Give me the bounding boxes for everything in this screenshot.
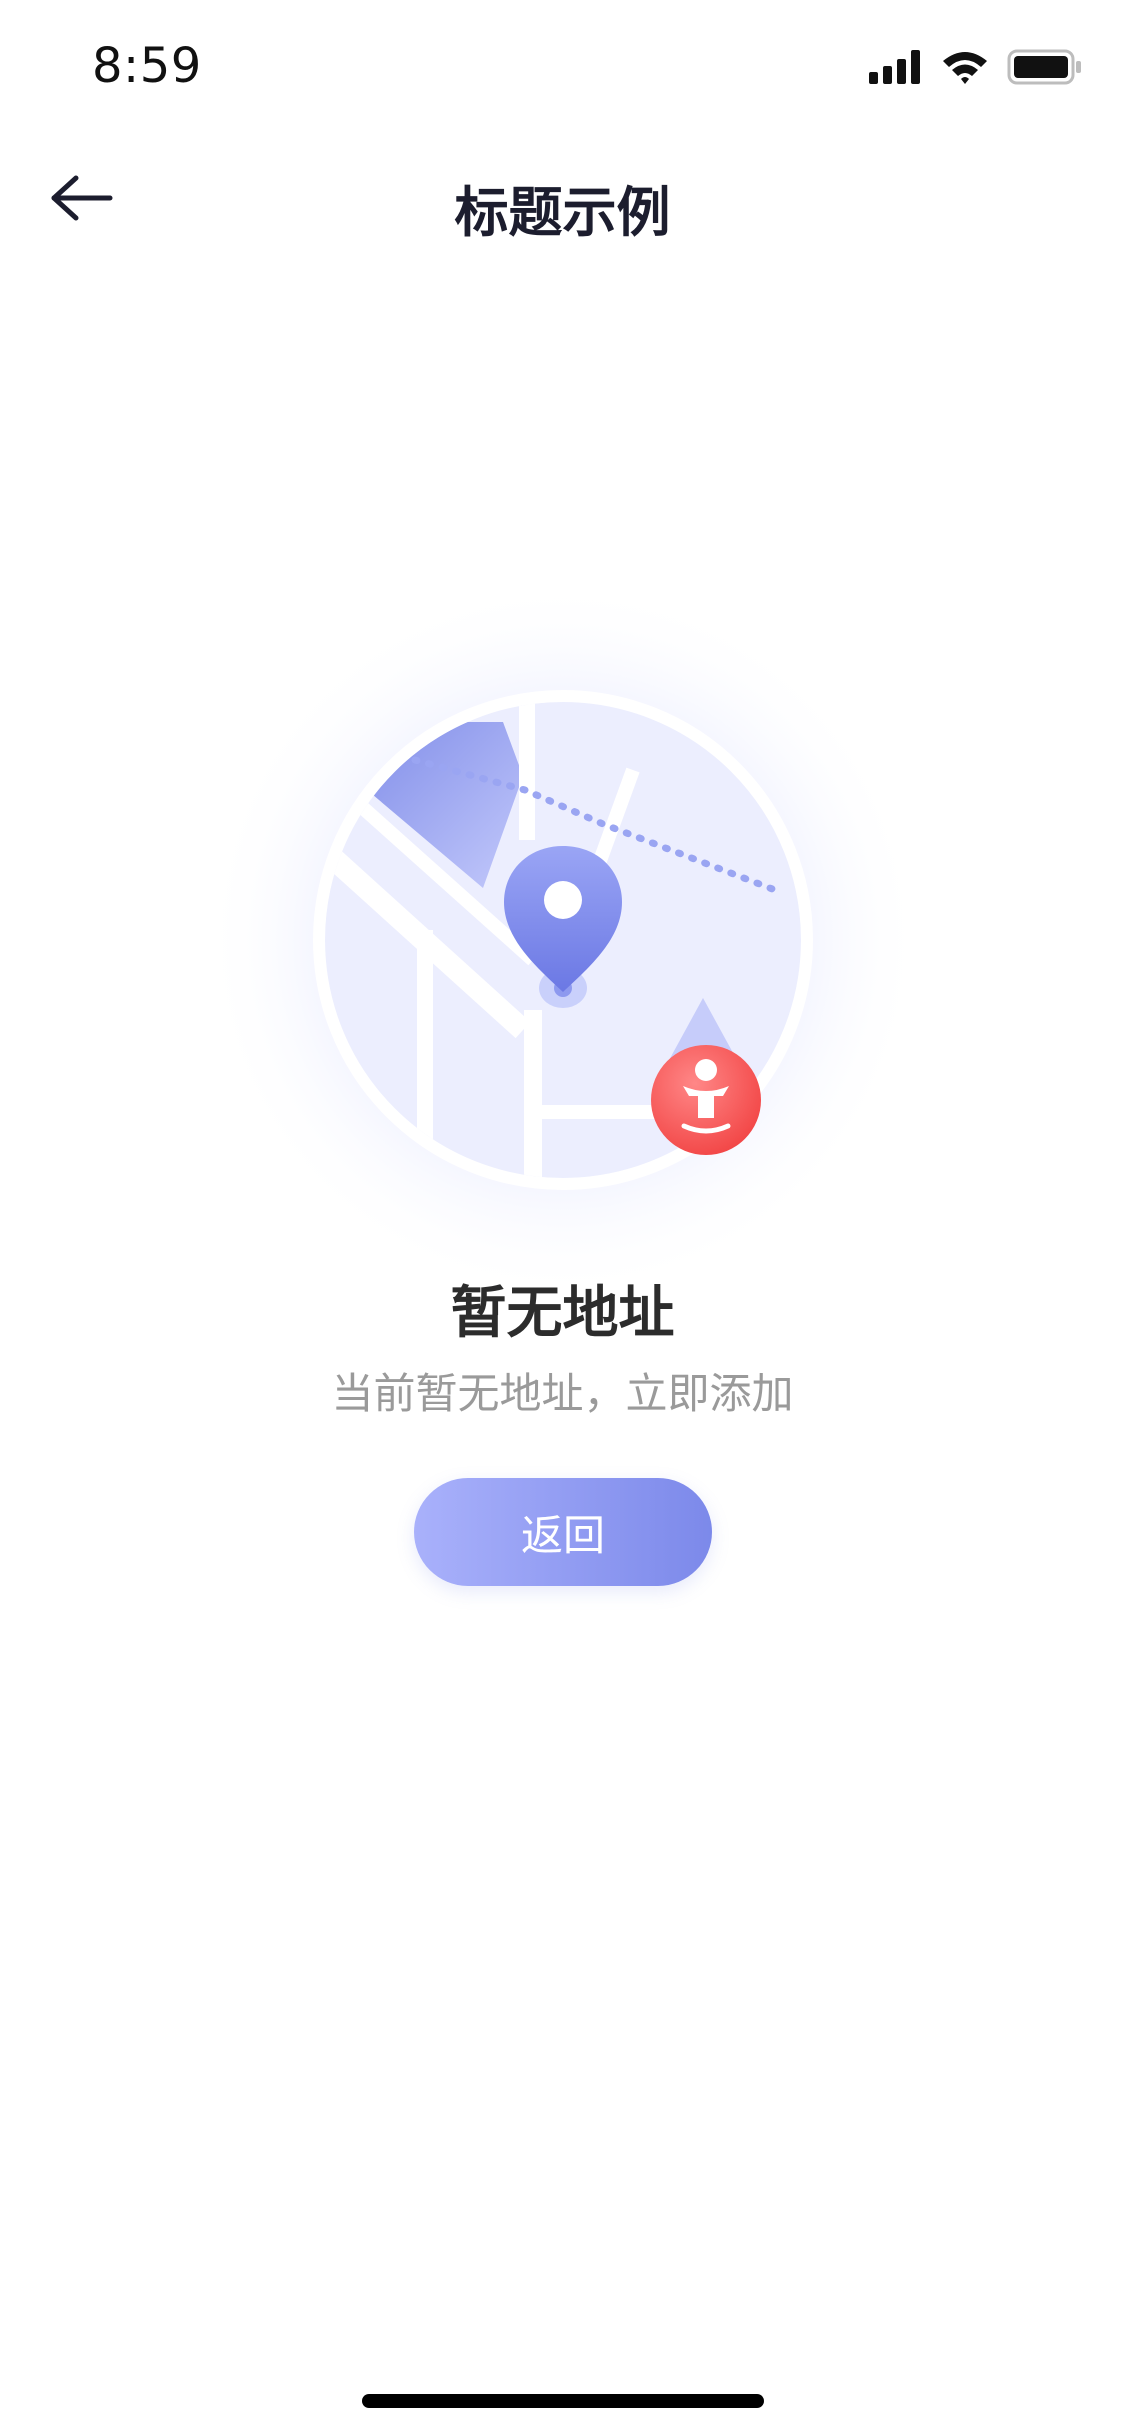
wifi-icon bbox=[943, 52, 987, 84]
status-time: 8:59 bbox=[92, 38, 202, 94]
empty-state-title: 暂无地址 bbox=[450, 1281, 675, 1346]
status-icons bbox=[869, 48, 1083, 86]
person-badge-icon bbox=[651, 1045, 761, 1155]
empty-state-description: 当前暂无地址，立即添加 bbox=[331, 1369, 794, 1418]
nav-bar: 标题示例 bbox=[0, 132, 1125, 264]
battery-icon bbox=[1007, 49, 1081, 85]
return-button[interactable]: 返回 bbox=[414, 1478, 712, 1586]
empty-address-illustration bbox=[203, 580, 923, 1300]
status-bar: 8:59 bbox=[0, 0, 1125, 132]
signal-icon bbox=[869, 50, 920, 84]
page-title: 标题示例 bbox=[454, 181, 671, 244]
home-indicator[interactable] bbox=[362, 2394, 764, 2408]
